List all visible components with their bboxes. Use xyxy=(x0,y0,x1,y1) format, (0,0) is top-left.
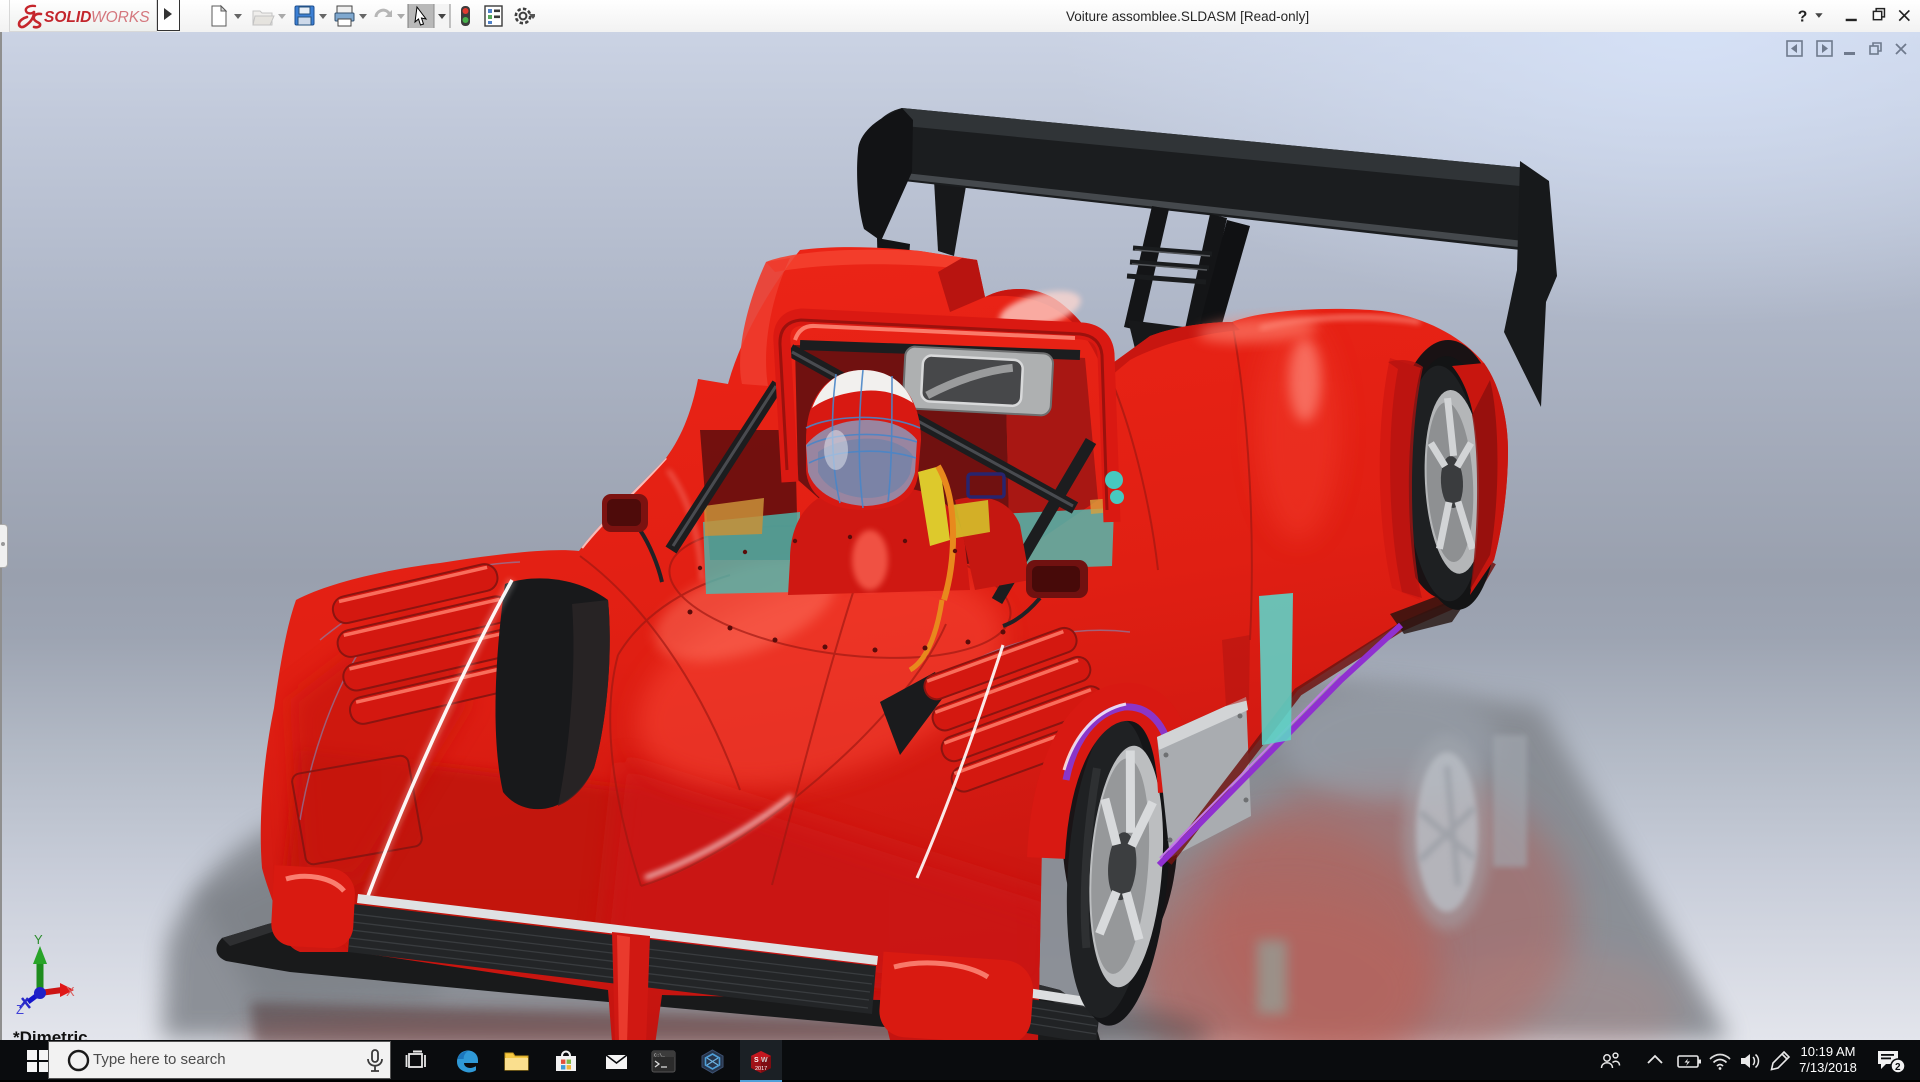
svg-text:C:\_: C:\_ xyxy=(654,1052,665,1058)
svg-text:X: X xyxy=(66,984,75,999)
svg-text:W: W xyxy=(761,1057,768,1064)
svg-text:Z: Z xyxy=(16,1002,24,1017)
svg-text:SOLID: SOLID xyxy=(44,9,91,26)
svg-text:S: S xyxy=(754,1057,759,1064)
svg-text:Y: Y xyxy=(34,932,43,947)
svg-text:?: ? xyxy=(1798,9,1808,26)
svg-text:2017: 2017 xyxy=(755,1066,767,1072)
svg-text:WORKS: WORKS xyxy=(91,9,150,26)
svg-text:2: 2 xyxy=(1895,1062,1901,1073)
